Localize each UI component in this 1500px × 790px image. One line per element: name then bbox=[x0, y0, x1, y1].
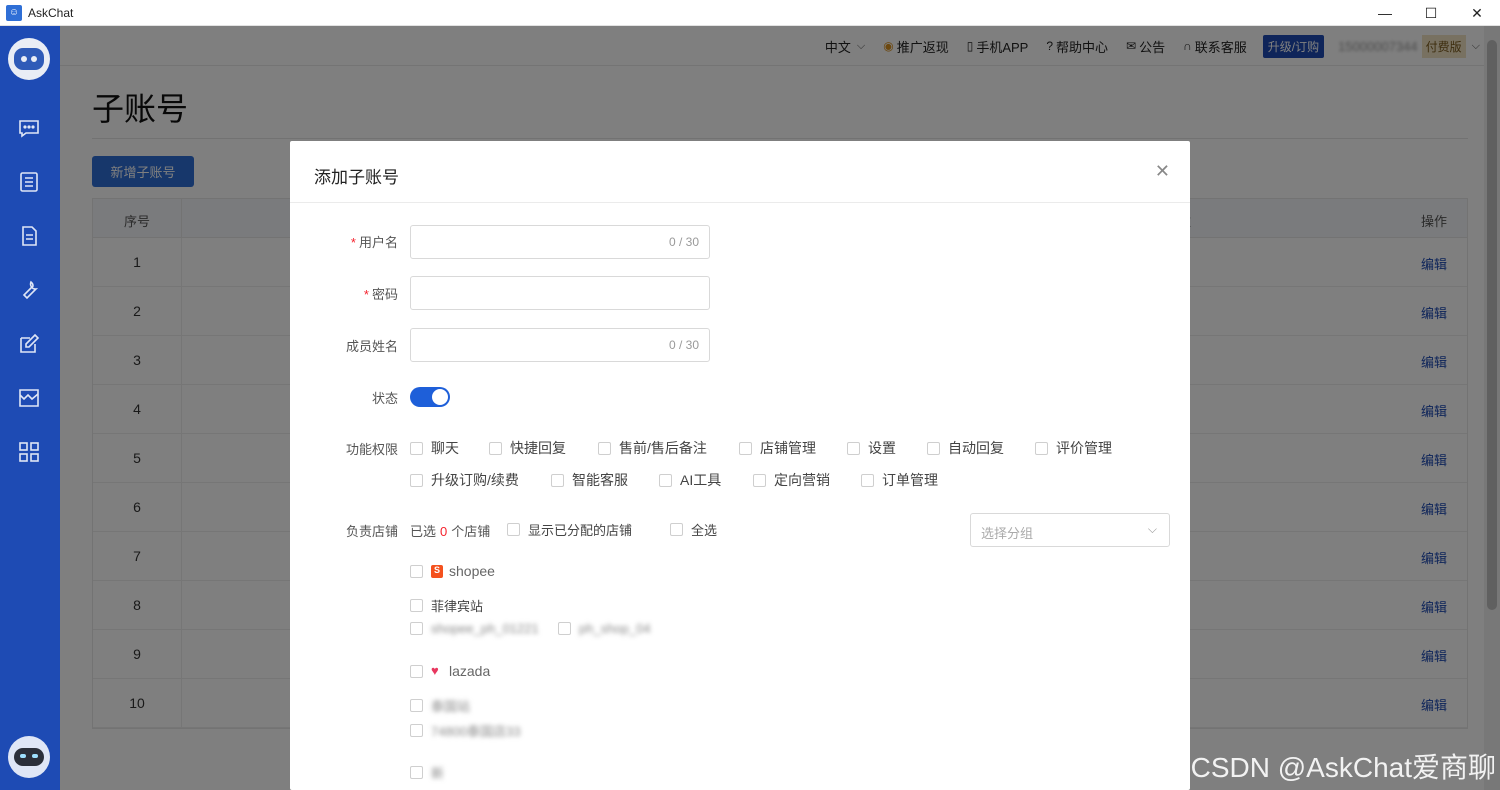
shopee-label: shopee bbox=[449, 563, 495, 579]
permissions-label: 功能权限 bbox=[345, 442, 398, 457]
edit-icon[interactable] bbox=[17, 332, 41, 356]
member-name-counter: 0 / 30 bbox=[668, 338, 699, 352]
dialog-header: 添加子账号 ✕ bbox=[290, 141, 1190, 203]
shopee-platform-checkbox[interactable]: shopee bbox=[410, 563, 495, 579]
show-assigned-checkbox[interactable]: 显示已分配的店铺 bbox=[507, 520, 632, 539]
grid-icon[interactable] bbox=[17, 440, 41, 464]
document-icon[interactable] bbox=[17, 224, 41, 248]
member-name-label: 成员姓名 bbox=[345, 339, 398, 354]
lazada-label: lazada bbox=[449, 663, 491, 679]
shopee-icon bbox=[431, 564, 443, 578]
store-checkbox[interactable]: ph_shop_04 bbox=[558, 621, 651, 636]
add-subaccount-dialog: 添加子账号 ✕ * 用户名 0 / 30 * 密码 成员姓名 0 / 30 状态 功… bbox=[290, 141, 1190, 790]
password-input[interactable] bbox=[410, 276, 710, 310]
minimize-icon[interactable]: — bbox=[1362, 0, 1408, 26]
selected-count: 0 bbox=[440, 524, 448, 539]
perm-orders-checkbox[interactable]: 订单管理 bbox=[861, 470, 938, 490]
perm-reviews-checkbox[interactable]: 评价管理 bbox=[1035, 438, 1112, 458]
status-label: 状态 bbox=[371, 391, 398, 406]
sidebar bbox=[0, 26, 60, 790]
store-checkbox[interactable]: 新 bbox=[410, 763, 444, 782]
group-select[interactable]: 选择分组 ⌵ bbox=[970, 513, 1170, 547]
member-name-input[interactable]: 0 / 30 bbox=[410, 328, 710, 362]
perm-quick-reply-checkbox[interactable]: 快捷回复 bbox=[489, 438, 566, 458]
select-all-checkbox[interactable]: 全选 bbox=[670, 520, 717, 539]
username-label: * 用户名 bbox=[350, 235, 398, 250]
close-icon[interactable]: ✕ bbox=[1155, 161, 1170, 182]
store-checkbox[interactable]: shopee_ph_01221 bbox=[410, 621, 539, 636]
logo[interactable] bbox=[8, 38, 50, 80]
maximize-icon[interactable]: ☐ bbox=[1408, 0, 1454, 26]
store-icon[interactable] bbox=[17, 386, 41, 410]
password-label: * 密码 bbox=[363, 287, 398, 302]
askchat-app-icon: ☺ bbox=[6, 4, 22, 21]
username-input[interactable]: 0 / 30 bbox=[410, 225, 710, 259]
window-controls: — ☐ ✕ bbox=[1362, 0, 1500, 26]
window-title: AskChat bbox=[28, 5, 74, 20]
lazada-region-checkbox[interactable]: 泰国站 bbox=[410, 696, 470, 715]
chat-icon[interactable] bbox=[17, 116, 41, 140]
perm-upgrade-checkbox[interactable]: 升级订购/续费 bbox=[410, 470, 519, 490]
assistant-avatar[interactable] bbox=[8, 736, 50, 778]
perm-auto-reply-checkbox[interactable]: 自动回复 bbox=[927, 438, 1004, 458]
perm-ai-tools-checkbox[interactable]: AI工具 bbox=[659, 470, 721, 490]
chevron-down-icon: ⌵ bbox=[1147, 522, 1157, 536]
wrench-icon[interactable] bbox=[17, 278, 41, 302]
group-select-placeholder: 选择分组 bbox=[981, 526, 1034, 541]
username-counter: 0 / 30 bbox=[668, 235, 699, 249]
lazada-platform-checkbox[interactable]: ♥ lazada bbox=[410, 663, 490, 679]
list-icon[interactable] bbox=[17, 170, 41, 194]
lazada-heart-icon: ♥ bbox=[431, 663, 439, 678]
perm-smart-cs-checkbox[interactable]: 智能客服 bbox=[551, 470, 628, 490]
perm-marketing-checkbox[interactable]: 定向营销 bbox=[753, 470, 830, 490]
store-checkbox[interactable]: 74800泰国店33 bbox=[410, 721, 521, 740]
selected-count-text: 已选 0 个店铺 bbox=[410, 524, 491, 539]
shopee-region-checkbox[interactable]: 菲律宾站 bbox=[410, 596, 483, 615]
perm-store-manage-checkbox[interactable]: 店铺管理 bbox=[739, 438, 816, 458]
perm-chat-checkbox[interactable]: 聊天 bbox=[410, 438, 459, 458]
perm-notes-checkbox[interactable]: 售前/售后备注 bbox=[598, 438, 707, 458]
dialog-title: 添加子账号 bbox=[314, 168, 399, 187]
watermark: CSDN @AskChat爱商聊 bbox=[1190, 752, 1496, 783]
window-titlebar: ☺ AskChat — ☐ ✕ bbox=[0, 0, 1500, 26]
close-window-icon[interactable]: ✕ bbox=[1454, 0, 1500, 26]
shops-label: 负责店铺 bbox=[345, 524, 398, 539]
perm-settings-checkbox[interactable]: 设置 bbox=[847, 438, 896, 458]
status-toggle[interactable] bbox=[410, 387, 450, 407]
